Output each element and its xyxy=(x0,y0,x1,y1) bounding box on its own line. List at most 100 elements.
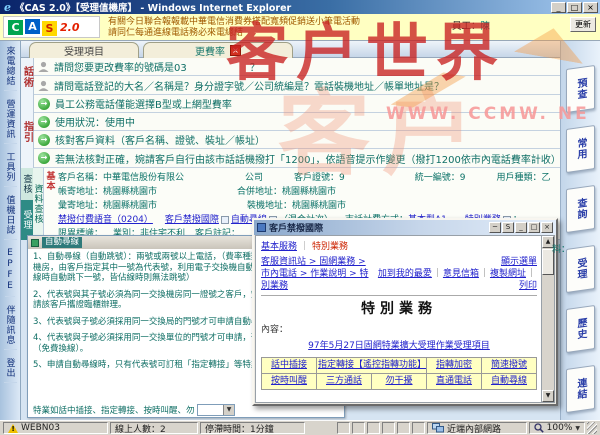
customer-line-2: 帳寄地址：桃園縣桃園市合併地址：桃園縣桃園市 xyxy=(58,184,558,197)
intl-bar-checkbox-icon[interactable] xyxy=(221,216,229,224)
basic-service-link[interactable]: 基本服務 xyxy=(261,242,297,252)
sidebar-item-logout[interactable]: 登出 xyxy=(4,358,17,383)
employee-label: 員工： xyxy=(452,21,481,32)
guide-row-3[interactable]: → 核對客戶資料（客戶名稱、證號、裝址／帳址） xyxy=(34,131,560,149)
popup-action-links: 顯示選單 加到我的最愛｜意見信箱｜複製網址｜列印 xyxy=(371,256,537,292)
script-row-1[interactable]: 請問您要更改費率的號碼是03 ？ xyxy=(34,58,560,76)
popup-refresh-button[interactable]: S xyxy=(502,222,514,233)
forward-pin-link[interactable]: 指轉加密 xyxy=(436,360,472,370)
popup-scrollbar[interactable]: ▲ ▼ xyxy=(541,236,554,402)
feature-dropdown[interactable]: ▼ xyxy=(197,404,235,416)
link-separator: ｜ xyxy=(480,268,489,280)
hotline-link[interactable]: 直通電話 xyxy=(436,376,472,386)
security-zone: 近端內部網路 xyxy=(427,422,527,434)
data-check-group: 資料查核 xyxy=(33,168,44,240)
minimize-button[interactable]: _ xyxy=(551,2,566,13)
tab-close-icon[interactable]: × xyxy=(230,45,241,56)
call-forward-link[interactable]: 指定轉接【遙控指轉功能】 xyxy=(318,360,426,370)
script-row-1-mark: ？ xyxy=(250,59,260,74)
sidebar-item-attached-msg[interactable]: 伴隨訊息 xyxy=(4,305,17,350)
sidebar-item-epfe[interactable]: EPFE xyxy=(5,248,15,297)
idle-time: 停滯時間：1分鐘 xyxy=(200,422,305,434)
add-favorite-link[interactable]: 加到我的最愛 xyxy=(378,269,432,279)
tab-common[interactable]: 常用 xyxy=(566,125,595,173)
tab-links[interactable]: 連結 xyxy=(566,365,595,413)
tab-query-label: 查詢 xyxy=(573,197,588,221)
scroll-down-icon[interactable]: ▼ xyxy=(542,390,554,402)
billing-address: 帳寄地址：桃園縣桃園市 xyxy=(58,187,157,197)
window-icon xyxy=(257,223,266,232)
customer-line-3: 彙寄地址：桃園縣桃園市裝機地址：桃園縣桃園市 xyxy=(58,198,558,211)
show-menu-link[interactable]: 顯示選單 xyxy=(501,257,537,267)
logo-version: 2.0 xyxy=(60,21,80,34)
guide-category-label: 指引 xyxy=(20,121,35,143)
intranet-icon xyxy=(432,423,444,433)
install-address: 裝機地址：桃園縣桃園市 xyxy=(247,201,346,211)
tab-change-rate-label: 更費率 xyxy=(195,43,225,58)
user-type: 用戶種類：乙 xyxy=(497,173,551,183)
breadcrumb[interactable]: 客服資訊站 > 固網業務 > 市內電話 > 作業說明 > 特別業務 xyxy=(261,256,371,292)
auto-hunting-table-link[interactable]: 自動尋線 xyxy=(491,376,527,386)
zoom-control[interactable]: 100% ▼ xyxy=(529,422,585,434)
tab-history[interactable]: 歷史 xyxy=(566,305,595,353)
tab-query[interactable]: 查詢 xyxy=(566,185,595,233)
popup-breadcrumb-row: 客服資訊站 > 固網業務 > 市內電話 > 作業說明 > 特別業務 顯示選單 加… xyxy=(261,256,537,292)
notice-link[interactable]: 97年5月27日固網特業擴大受理作業受理項目 xyxy=(308,341,490,351)
popup-close-button[interactable]: × xyxy=(541,222,553,233)
guide-row-4[interactable]: → 若無法核對正確，婉請客戶自行由該市話話機撥打「1200」，依語音提示作變更（… xyxy=(34,149,560,168)
wakeup-call-link[interactable]: 按時叫醒 xyxy=(271,376,307,386)
zoom-caret-icon[interactable]: ▼ xyxy=(575,425,580,432)
script-row-2[interactable]: 請問電話登記的大名／名稱是？身分證字號／公司統編是？電話裝機地址／帳單地址是？ xyxy=(34,76,560,95)
update-button[interactable]: 更新 xyxy=(570,17,596,32)
popup-title: 客戶禁撥國際 xyxy=(269,221,323,234)
call-waiting-link[interactable]: 話中插接 xyxy=(271,360,307,370)
sidebar-item-toolbar[interactable]: 工具列 xyxy=(4,152,17,187)
maximize-button[interactable]: □ xyxy=(567,2,582,13)
guide-row-2-text: 使用狀況：使用中 xyxy=(55,114,135,129)
copy-url-link[interactable]: 複製網址 xyxy=(490,269,526,279)
occluded-text-fragment: 料： xyxy=(552,242,570,255)
ie-logo-icon: e xyxy=(4,1,11,14)
status-cell xyxy=(367,422,380,434)
guide-row-1[interactable]: → 員工公務電話僅能選擇B型或上網型費率 xyxy=(34,95,560,113)
sidebar-item-duty-log[interactable]: 值機日誌 xyxy=(4,195,17,240)
close-button[interactable]: × xyxy=(583,2,598,13)
popup-minimize-button[interactable]: ─ xyxy=(489,222,501,233)
tab-accept-items[interactable]: 受理項目 xyxy=(29,42,139,58)
intl-bar-link[interactable]: 客戶禁撥國際 xyxy=(165,215,219,225)
special-service-table: 話中插接 指定轉接【遙控指轉功能】 指轉加密 簡速撥號 按時叫醒 三方通話 勿干… xyxy=(261,357,537,390)
paid-audio-bar-link[interactable]: 禁撥付費語音（0204） xyxy=(58,215,153,225)
script-category: 話術 xyxy=(21,58,34,95)
sidebar-item-call-summary[interactable]: 來電總結 xyxy=(4,46,17,91)
divider xyxy=(261,295,537,296)
popup-titlebar[interactable]: 客戶禁撥國際 ─ S _ □ × xyxy=(254,220,556,235)
table-row: 按時叫醒 三方通話 勿干擾 直通電話 自動尋線 xyxy=(262,374,537,390)
sidebar-item-ops-info[interactable]: 營運資訊 xyxy=(4,99,17,144)
popup-maximize-button[interactable]: □ xyxy=(528,222,540,233)
popup-roll-button[interactable]: _ xyxy=(515,222,527,233)
basic-sub-tab[interactable]: 基本 xyxy=(44,168,56,240)
cas-application-window: e 《CAS 2.0》【受理值機席】 - Windows Internet Ex… xyxy=(0,0,600,435)
status-cell xyxy=(412,422,425,434)
customer-name: 客戶名稱：中華電信股份有限公 xyxy=(58,173,184,183)
print-link[interactable]: 列印 xyxy=(519,281,537,291)
popup-content: ▲ ▼ 基本服務｜特別業務 客服資訊站 > 固網業務 > 市內電話 > 作業說明… xyxy=(255,235,555,403)
status-host-segment: ! WEBN03 xyxy=(3,422,108,434)
three-way-link[interactable]: 三方通話 xyxy=(326,376,362,386)
person-icon xyxy=(38,80,49,91)
notice-banner: C A S 2.0 有關今日聯合報報載中華電信消費券搭配寬頻促銷送小筆電活動 請… xyxy=(0,14,600,41)
warning-icon: ! xyxy=(8,424,18,433)
chevron-down-icon[interactable]: ▼ xyxy=(223,405,234,415)
tab-change-rate[interactable]: 更費率 × xyxy=(143,42,293,58)
resize-grip[interactable] xyxy=(587,422,597,434)
content-tabbar: 受理項目 更費率 × xyxy=(21,41,560,58)
customer-line-1: 客戶名稱：中華電信股份有限公公司客戶證號：9統一編號：9用戶種類：乙 xyxy=(58,170,558,183)
feedback-link[interactable]: 意見信箱 xyxy=(443,269,479,279)
tab-accept[interactable]: 受理 xyxy=(566,245,595,293)
left-sidebar: 來電總結 營運資訊 工具列 值機日誌 EPFE 伴隨訊息 登出 xyxy=(0,41,21,420)
tab-preview[interactable]: 預查 xyxy=(566,65,595,113)
guide-row-2[interactable]: → 使用狀況：使用中 xyxy=(34,113,560,131)
speed-dial-link[interactable]: 簡速撥號 xyxy=(491,360,527,370)
status-cell xyxy=(337,422,350,434)
do-not-disturb-link[interactable]: 勿干擾 xyxy=(385,376,412,386)
